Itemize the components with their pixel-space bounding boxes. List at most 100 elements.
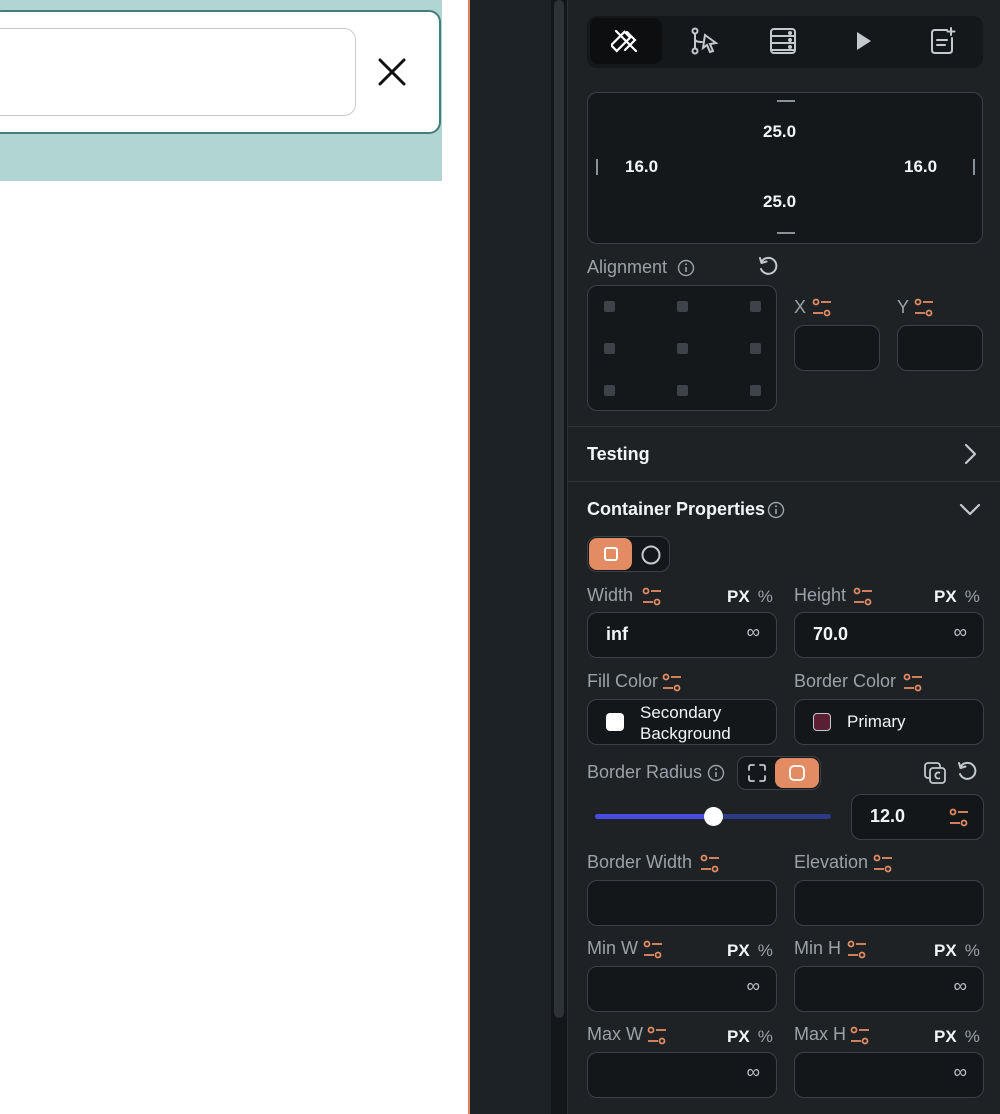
align-center[interactable]: [677, 343, 688, 354]
padding-left-handle[interactable]: [596, 159, 598, 175]
min-width-unit-pct[interactable]: %: [758, 941, 773, 960]
padding-bottom-handle[interactable]: [777, 232, 795, 234]
tab-properties[interactable]: [590, 18, 662, 64]
width-input[interactable]: inf ∞: [587, 612, 777, 658]
options-icon[interactable]: [846, 939, 868, 961]
reset-icon[interactable]: [757, 256, 779, 278]
align-center-left[interactable]: [604, 343, 615, 354]
shape-toggle: [587, 536, 670, 572]
width-value: inf: [606, 624, 628, 644]
options-icon[interactable]: [811, 297, 833, 319]
close-icon[interactable]: [370, 50, 414, 94]
options-icon[interactable]: [872, 853, 894, 875]
fill-color-name: Secondary Background: [640, 702, 731, 744]
infinity-button[interactable]: ∞: [746, 622, 760, 644]
info-icon[interactable]: [677, 259, 695, 277]
align-y-input[interactable]: [897, 325, 983, 371]
height-unit-pct[interactable]: %: [965, 587, 980, 606]
border-radius-slider-thumb[interactable]: [703, 807, 723, 826]
width-unit-pct[interactable]: %: [758, 587, 773, 606]
width-unit-toggle[interactable]: PX%: [727, 587, 773, 607]
border-radius-input[interactable]: 12.0: [851, 794, 984, 840]
align-y-label: Y: [897, 297, 910, 317]
padding-left-value[interactable]: 16.0: [625, 157, 658, 177]
infinity-button[interactable]: ∞: [746, 1062, 760, 1084]
min-height-unit-toggle[interactable]: PX%: [934, 941, 980, 961]
height-input[interactable]: 70.0 ∞: [794, 612, 984, 658]
info-icon[interactable]: [767, 501, 785, 519]
infinity-button[interactable]: ∞: [746, 976, 760, 998]
options-icon[interactable]: [849, 1025, 871, 1047]
elevation-input[interactable]: [794, 880, 984, 926]
border-radius-slider-fill: [595, 814, 713, 819]
align-top-center[interactable]: [677, 301, 688, 312]
height-unit-toggle[interactable]: PX%: [934, 587, 980, 607]
copy-icon[interactable]: [923, 761, 947, 785]
infinity-button[interactable]: ∞: [953, 976, 967, 998]
options-icon[interactable]: [641, 586, 663, 608]
tab-notes[interactable]: [906, 18, 978, 64]
fill-color-picker[interactable]: Secondary Background: [587, 699, 777, 745]
padding-right-handle[interactable]: [973, 159, 975, 175]
tab-actions[interactable]: [668, 18, 740, 64]
padding-right-value[interactable]: 16.0: [904, 157, 937, 177]
max-width-unit-px[interactable]: PX: [727, 1027, 750, 1046]
align-center-right[interactable]: [750, 343, 761, 354]
min-width-unit-toggle[interactable]: PX%: [727, 941, 773, 961]
tab-backend-query[interactable]: [747, 18, 819, 64]
options-icon[interactable]: [642, 939, 664, 961]
align-bottom-right[interactable]: [750, 385, 761, 396]
align-bottom-center[interactable]: [677, 385, 688, 396]
max-width-unit-pct[interactable]: %: [758, 1027, 773, 1046]
align-top-left[interactable]: [604, 301, 615, 312]
padding-top-value[interactable]: 25.0: [763, 122, 796, 142]
radius-per-corner-button[interactable]: [742, 760, 772, 786]
infinity-button[interactable]: ∞: [953, 1062, 967, 1084]
options-icon[interactable]: [913, 297, 935, 319]
border-color-picker[interactable]: Primary: [794, 699, 984, 745]
height-unit-px[interactable]: PX: [934, 587, 957, 606]
min-height-input[interactable]: ∞: [794, 966, 984, 1012]
max-height-unit-toggle[interactable]: PX%: [934, 1027, 980, 1047]
infinity-button[interactable]: ∞: [953, 622, 967, 644]
border-width-input[interactable]: [587, 880, 777, 926]
radius-uniform-button[interactable]: [775, 758, 819, 788]
info-icon[interactable]: [707, 764, 725, 782]
min-width-unit-px[interactable]: PX: [727, 941, 750, 960]
container-properties-header[interactable]: Container Properties: [568, 482, 1000, 532]
align-x-input[interactable]: [794, 325, 880, 371]
scrollbar-thumb[interactable]: [554, 0, 564, 1018]
width-unit-px[interactable]: PX: [727, 587, 750, 606]
testing-section-header[interactable]: Testing: [568, 427, 1000, 481]
fill-color-label: Fill Color: [587, 671, 659, 691]
options-icon[interactable]: [661, 672, 683, 694]
options-icon[interactable]: [902, 672, 924, 694]
chevron-down-icon: [958, 499, 982, 519]
align-bottom-left[interactable]: [604, 385, 615, 396]
min-height-unit-px[interactable]: PX: [934, 941, 957, 960]
padding-top-handle[interactable]: [777, 100, 795, 102]
rectangle-shape-button[interactable]: [589, 538, 632, 570]
min-height-unit-pct[interactable]: %: [965, 941, 980, 960]
text-field-preview[interactable]: [0, 28, 356, 116]
alignment-label: Alignment: [587, 257, 668, 277]
tab-preview[interactable]: [827, 18, 899, 64]
alignment-grid[interactable]: [587, 285, 777, 411]
add-note-icon: [927, 26, 957, 56]
options-icon[interactable]: [852, 586, 874, 608]
max-height-unit-px[interactable]: PX: [934, 1027, 957, 1046]
options-icon[interactable]: [699, 853, 721, 875]
max-width-input[interactable]: ∞: [587, 1052, 777, 1098]
options-icon[interactable]: [646, 1025, 668, 1047]
max-height-unit-pct[interactable]: %: [965, 1027, 980, 1046]
max-height-input[interactable]: ∞: [794, 1052, 984, 1098]
circle-shape-button[interactable]: [637, 541, 665, 569]
panel-tab-bar: [587, 16, 983, 68]
align-top-right[interactable]: [750, 301, 761, 312]
min-width-input[interactable]: ∞: [587, 966, 777, 1012]
padding-bottom-value[interactable]: 25.0: [763, 192, 796, 212]
scrollbar[interactable]: [551, 0, 567, 1114]
max-width-unit-toggle[interactable]: PX%: [727, 1027, 773, 1047]
options-icon[interactable]: [948, 807, 970, 829]
reset-icon[interactable]: [956, 761, 978, 783]
